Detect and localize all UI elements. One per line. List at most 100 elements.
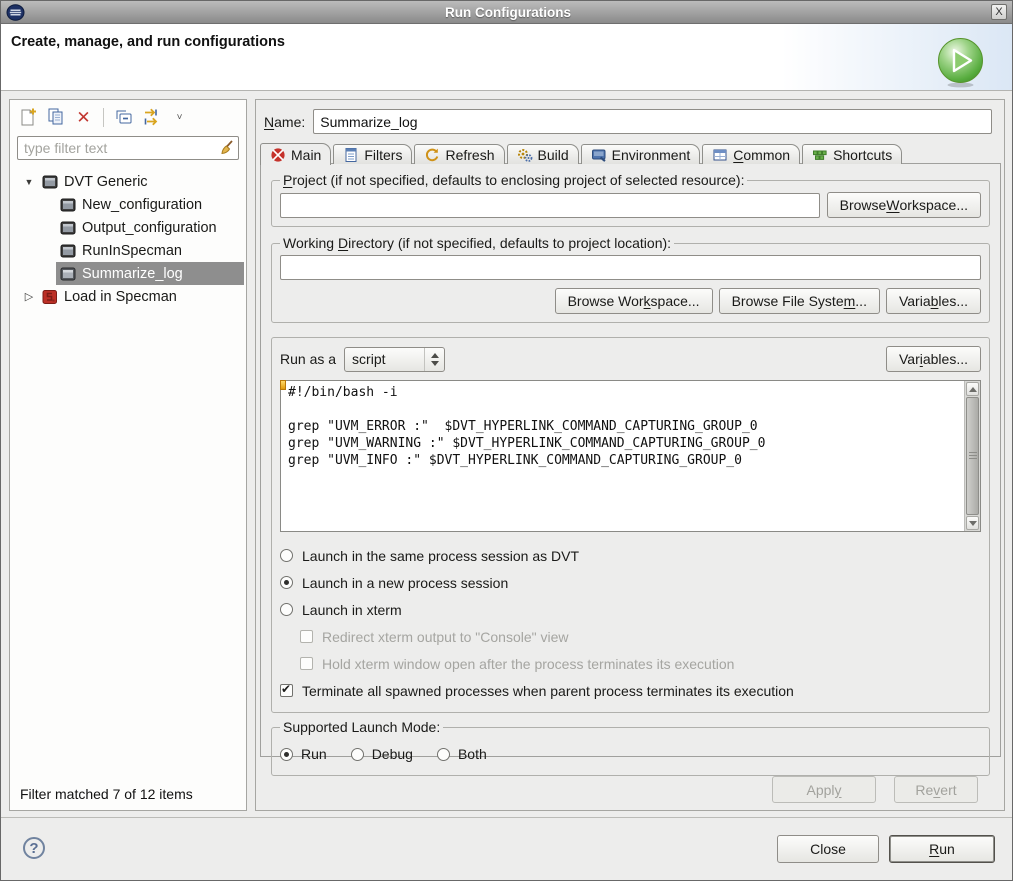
tab-bar: Main Filters Refresh Build (260, 143, 904, 164)
tab-environment[interactable]: Environment (581, 144, 701, 164)
combo-arrows-icon (424, 348, 444, 371)
configuration-tree: ▼ DVT Generic New_configuration (10, 170, 246, 308)
configuration-editor: Name: Main Filters Refresh (255, 99, 1005, 811)
scrollbar-thumb[interactable] (966, 397, 979, 515)
option-label: Debug (372, 746, 413, 762)
tab-build[interactable]: Build (507, 144, 579, 164)
wd-browse-workspace-button[interactable]: Browse Workspace... (555, 288, 713, 314)
tree-item-label: New_configuration (82, 197, 202, 213)
revert-button[interactable]: Revert (894, 776, 978, 803)
launch-in-xterm-option[interactable]: Launch in xterm (280, 596, 981, 623)
tree-item-dvt-generic[interactable]: ▼ DVT Generic (10, 170, 246, 193)
filter-match-status: Filter matched 7 of 12 items (20, 786, 193, 802)
tab-label: Shortcuts (833, 147, 892, 163)
run-as-group: Run as a script Variables... #!/bin/bash… (271, 337, 990, 713)
working-directory-group: Working Directory (if not specified, def… (271, 235, 990, 323)
run-as-variables-button[interactable]: Variables... (886, 346, 981, 372)
monitor-icon (42, 175, 58, 189)
titlebar[interactable]: Run Configurations X (1, 1, 1012, 24)
dvt-main-icon (270, 147, 286, 163)
launch-mode-group: Supported Launch Mode: Run Debug Both (271, 719, 990, 776)
tree-item-runinspecman[interactable]: RunInSpecman (10, 239, 246, 262)
checkbox-icon (300, 630, 313, 643)
radio-selected-icon[interactable] (280, 576, 293, 589)
help-icon[interactable]: ? (23, 837, 45, 859)
delete-configuration-icon[interactable]: ✕ (73, 107, 94, 127)
terminate-spawned-option[interactable]: Terminate all spawned processes when par… (280, 677, 981, 704)
refresh-arrows-icon (424, 147, 440, 163)
run-as-label: Run as a (280, 351, 336, 367)
tree-item-label: DVT Generic (64, 174, 148, 190)
working-directory-input[interactable] (280, 255, 981, 280)
launch-new-session-option[interactable]: Launch in a new process session (280, 569, 981, 596)
radio-icon[interactable] (280, 549, 293, 562)
option-label: Both (458, 746, 487, 762)
new-configuration-icon[interactable] (17, 107, 38, 127)
tab-filters[interactable]: Filters (333, 144, 412, 164)
scroll-up-icon[interactable] (966, 382, 979, 396)
name-input[interactable] (313, 109, 992, 134)
filters-file-icon (343, 147, 359, 163)
mode-run-option[interactable]: Run (280, 746, 327, 762)
expander-expanded-icon[interactable]: ▼ (22, 177, 36, 187)
option-label: Launch in xterm (302, 602, 402, 618)
tree-item-load-in-specman[interactable]: ▷ Load in Specman (10, 285, 246, 308)
tree-item-label: RunInSpecman (82, 243, 182, 259)
script-editor[interactable]: #!/bin/bash -i grep "UVM_ERROR :" $DVT_H… (280, 380, 981, 532)
tab-main[interactable]: Main (260, 143, 331, 165)
mode-debug-option[interactable]: Debug (351, 746, 413, 762)
option-label: Run (301, 746, 327, 762)
tab-label: Build (538, 147, 569, 163)
expander-collapsed-icon[interactable]: ▷ (22, 290, 36, 303)
close-window-icon[interactable]: X (991, 4, 1007, 20)
tab-common[interactable]: Common (702, 144, 800, 164)
filter-configurations-icon[interactable] (141, 107, 162, 127)
filter-input[interactable] (17, 136, 239, 160)
clear-filter-broom-icon[interactable] (218, 140, 234, 156)
project-input[interactable] (280, 193, 820, 218)
tree-item-new-configuration[interactable]: New_configuration (10, 193, 246, 216)
apply-button[interactable]: Apply (772, 776, 876, 803)
tab-label: Main (291, 147, 321, 163)
selected-tree-item[interactable]: Summarize_log (56, 262, 244, 285)
option-label: Hold xterm window open after the process… (322, 656, 734, 672)
tree-item-summarize-log[interactable]: Summarize_log (10, 262, 246, 285)
radio-selected-icon[interactable] (280, 748, 293, 761)
run-as-value: script (345, 351, 424, 367)
environment-screen-icon (591, 147, 607, 163)
radio-icon[interactable] (437, 748, 450, 761)
configurations-sidebar: ✕ ˅ ▼ DVT Generic (9, 99, 247, 811)
run-as-select[interactable]: script (344, 347, 445, 372)
monitor-icon (60, 244, 76, 258)
tree-item-output-configuration[interactable]: Output_configuration (10, 216, 246, 239)
tab-refresh[interactable]: Refresh (414, 144, 504, 164)
browse-workspace-button[interactable]: Browse Workspace... (827, 192, 981, 218)
script-scrollbar[interactable] (964, 381, 980, 531)
banner-title: Create, manage, and run configurations (11, 34, 285, 50)
option-label: Launch in a new process session (302, 575, 508, 591)
run-play-icon (936, 37, 985, 88)
wd-variables-button[interactable]: Variables... (886, 288, 981, 314)
scroll-down-icon[interactable] (966, 516, 979, 530)
wd-browse-file-system-button[interactable]: Browse File System... (719, 288, 880, 314)
checkbox-checked-icon[interactable] (280, 684, 293, 697)
option-label: Terminate all spawned processes when par… (302, 683, 794, 699)
tab-shortcuts[interactable]: Shortcuts (802, 144, 902, 164)
tree-item-label: Output_configuration (82, 220, 217, 236)
launch-same-session-option[interactable]: Launch in the same process session as DV… (280, 542, 981, 569)
collapse-all-icon[interactable] (113, 107, 134, 127)
monitor-icon (60, 221, 76, 235)
duplicate-configuration-icon[interactable] (45, 107, 66, 127)
redirect-xterm-option: Redirect xterm output to "Console" view (300, 623, 981, 650)
close-button[interactable]: Close (777, 835, 879, 863)
option-label: Launch in the same process session as DV… (302, 548, 579, 564)
monitor-icon (60, 267, 76, 281)
radio-icon[interactable] (280, 603, 293, 616)
run-button[interactable]: Run (889, 835, 995, 863)
toolbar-menu-chevron-icon[interactable]: ˅ (169, 107, 190, 127)
mode-both-option[interactable]: Both (437, 746, 487, 762)
radio-icon[interactable] (351, 748, 364, 761)
tree-item-label: Summarize_log (82, 266, 183, 282)
script-text[interactable]: #!/bin/bash -i grep "UVM_ERROR :" $DVT_H… (281, 381, 980, 531)
eclipse-logo-icon (6, 4, 25, 21)
